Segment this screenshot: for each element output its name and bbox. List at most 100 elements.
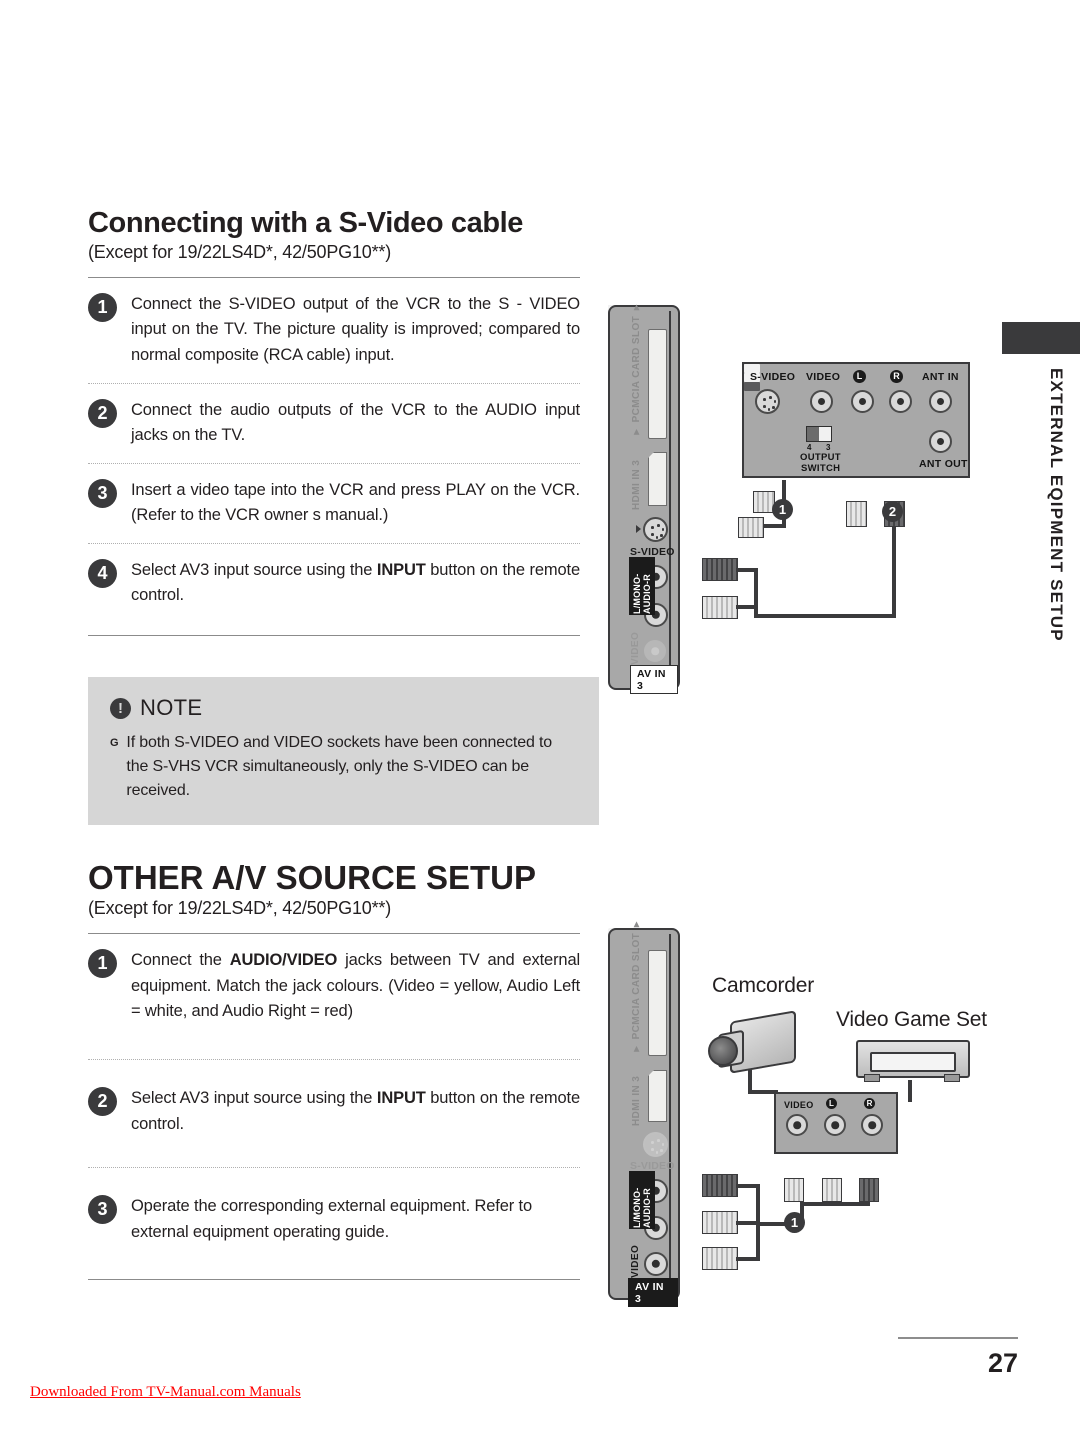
vcr-ant-out-jack <box>929 430 952 453</box>
tv-side-panel-2: ▼ PCMCIA CARD SLOT ▼ HDMI IN 3 S-VIDEO L… <box>608 918 680 1307</box>
pcmcia-card-slot-label: ▼ PCMCIA CARD SLOT ▼ <box>631 301 642 437</box>
page-number: 27 <box>987 1348 1018 1378</box>
vcr-audio-right-jack <box>889 390 912 413</box>
tv-av-in-3-badge: AV IN 3 <box>630 665 678 694</box>
vcr-output-switch-label-2: SWITCH <box>801 463 841 474</box>
step-number-badge: 4 <box>88 558 117 588</box>
ext-video-jack <box>786 1114 808 1136</box>
vcr-audio-right-label: R <box>890 370 903 383</box>
vcr-right-plug-tip <box>744 382 760 391</box>
step-item: 3 Operate the corresponding external equ… <box>88 1168 580 1267</box>
audio-l-cable-h <box>736 605 758 609</box>
tv-audio-l-barrel-2 <box>702 1211 738 1234</box>
section-2-title: OTHER A/V SOURCE SETUP <box>88 859 536 896</box>
section-2-subtitle: (Except for 19/22LS4D*, 42/50PG10**) <box>88 898 391 919</box>
callout-1: 1 <box>772 499 793 520</box>
step-text: Insert a video tape into the VCR and pre… <box>131 480 580 525</box>
ext-video-plug-barrel <box>784 1178 804 1202</box>
vcr-left-rca-barrel <box>846 501 867 527</box>
tv-audio-lr-label: L/MONO-AUDIO-R <box>629 557 655 615</box>
tv-audio-lr-label: L/MONO-AUDIO-R <box>629 1171 655 1229</box>
external-equipment-panel: VIDEO L R <box>774 1092 898 1154</box>
vcr-output-switch-num-3: 3 <box>826 443 831 452</box>
hdmi-in-3-slot <box>648 1070 667 1122</box>
section-2-text-column: OTHER A/V SOURCE SETUP (Except for 19/22… <box>88 859 580 1281</box>
video-game-foot-left <box>864 1074 880 1082</box>
step-text-emphasis: AUDIO/VIDEO <box>229 951 338 970</box>
tv-svideo-jack <box>643 517 668 542</box>
note-bullet-icon: G <box>110 737 119 749</box>
step-number-badge: 3 <box>88 1195 117 1225</box>
tv-video-jack <box>644 640 666 662</box>
step-item: 2 Connect the audio outputs of the VCR t… <box>88 384 580 463</box>
footer-rule <box>898 1337 1018 1339</box>
section-1-subtitle: (Except for 19/22LS4D*, 42/50PG10**) <box>88 241 391 262</box>
vcr-audio-left-label: L <box>853 370 866 383</box>
step-item: 2 Select AV3 input source using the INPU… <box>88 1060 580 1167</box>
exclamation-icon: ! <box>110 697 131 719</box>
camcorder-to-panel-cable <box>748 1090 778 1094</box>
diagram-av-source-connection: ▼ PCMCIA CARD SLOT ▼ HDMI IN 3 S-VIDEO L… <box>608 918 1008 1308</box>
callout-2: 2 <box>882 501 903 522</box>
av-cable-stub <box>832 1202 836 1204</box>
step-number-badge: 1 <box>88 292 117 322</box>
tv-av-in-3-badge: AV IN 3 <box>628 1278 678 1307</box>
camcorder-label: Camcorder <box>712 974 815 997</box>
ext-left-plug-barrel <box>822 1178 842 1202</box>
audio-r-cable-v <box>754 568 758 618</box>
tv-video-barrel-2 <box>702 1247 738 1270</box>
note-item: G If both S-VIDEO and VIDEO sockets have… <box>110 731 577 803</box>
step-item: 4 Select AV3 input source using the INPU… <box>88 544 580 623</box>
vcr-output-switch[interactable] <box>806 426 832 442</box>
tv-video-label: VIDEO <box>630 1244 641 1278</box>
step-text: Connect the audio outputs of the VCR to … <box>131 400 580 445</box>
vcr-svideo-jack <box>755 389 780 414</box>
diagram-svideo-connection: ▼ PCMCIA CARD SLOT ▼ HDMI IN 3 S-VIDEO L… <box>608 301 1008 695</box>
note-title: NOTE <box>140 695 203 720</box>
section-2-steps: 1 Connect the AUDIO/VIDEO jacks between … <box>88 934 580 1281</box>
hdmi-in-3-slot <box>648 452 667 506</box>
vcr-video-jack <box>810 390 833 413</box>
tv-audio-l-barrel <box>702 596 738 619</box>
vcr-audio-left-jack <box>851 390 874 413</box>
tv-audio-r-barrel <box>702 558 738 581</box>
ext-audio-right-label: R <box>864 1098 875 1109</box>
tv-video-jack <box>644 1252 668 1276</box>
step-number-badge: 1 <box>88 949 117 979</box>
vcr-ant-out-label: ANT OUT <box>919 458 968 470</box>
vcr-output-switch-label: OUTPUT <box>800 452 841 463</box>
step-text: Select AV3 input source using the INPUT … <box>131 1086 580 1137</box>
video-game-lead <box>908 1080 912 1102</box>
panel-edge-line <box>669 311 671 684</box>
vcr-svideo-label: S-VIDEO <box>750 371 796 383</box>
section-1-bottom-rule <box>88 634 580 636</box>
ext-right-plug-barrel <box>859 1178 879 1202</box>
note-header: ! NOTE <box>110 695 577 721</box>
panel-edge-line <box>669 934 671 1294</box>
ext-video-label: VIDEO <box>784 1100 814 1110</box>
vcr-rear-panel: S-VIDEO VIDEO L R ANT IN ANT OUT 4 3 OUT… <box>742 362 970 478</box>
side-tab-label: EXTERNAL EQIPMENT SETUP <box>1047 368 1066 642</box>
vcr-video-label: VIDEO <box>806 371 841 383</box>
step-item: 1 Connect the AUDIO/VIDEO jacks between … <box>88 934 580 1059</box>
video-game-tray <box>870 1052 956 1072</box>
svideo-arrow-icon <box>636 525 641 533</box>
pcmcia-card-slot <box>648 950 667 1056</box>
pcmcia-card-slot-label: ▼ PCMCIA CARD SLOT ▼ <box>631 918 642 1054</box>
download-source-note[interactable]: Downloaded From TV-Manual.com Manuals <box>30 1384 301 1401</box>
section-1-title: Connecting with a S-Video cable <box>88 207 524 239</box>
step-number-badge: 2 <box>88 398 117 428</box>
vcr-output-switch-num-4: 4 <box>807 443 812 452</box>
camcorder-lead <box>748 1070 752 1092</box>
pcmcia-card-slot <box>648 329 667 439</box>
step-item: 3 Insert a video tape into the VCR and p… <box>88 464 580 543</box>
step-text: Operate the corresponding external equip… <box>131 1197 532 1241</box>
section-1-steps: 1 Connect the S-VIDEO output of the VCR … <box>88 278 580 636</box>
step-text-emphasis: INPUT <box>376 1088 426 1107</box>
hdmi-in-3-label: HDMI IN 3 <box>631 459 642 510</box>
video-game-set-label: Video Game Set <box>836 1008 987 1031</box>
tv-svideo-plug-barrel <box>738 517 764 538</box>
vcr-ant-in-jack <box>929 390 952 413</box>
step-item: 1 Connect the S-VIDEO output of the VCR … <box>88 278 580 383</box>
hdmi-in-3-label: HDMI IN 3 <box>631 1075 642 1126</box>
